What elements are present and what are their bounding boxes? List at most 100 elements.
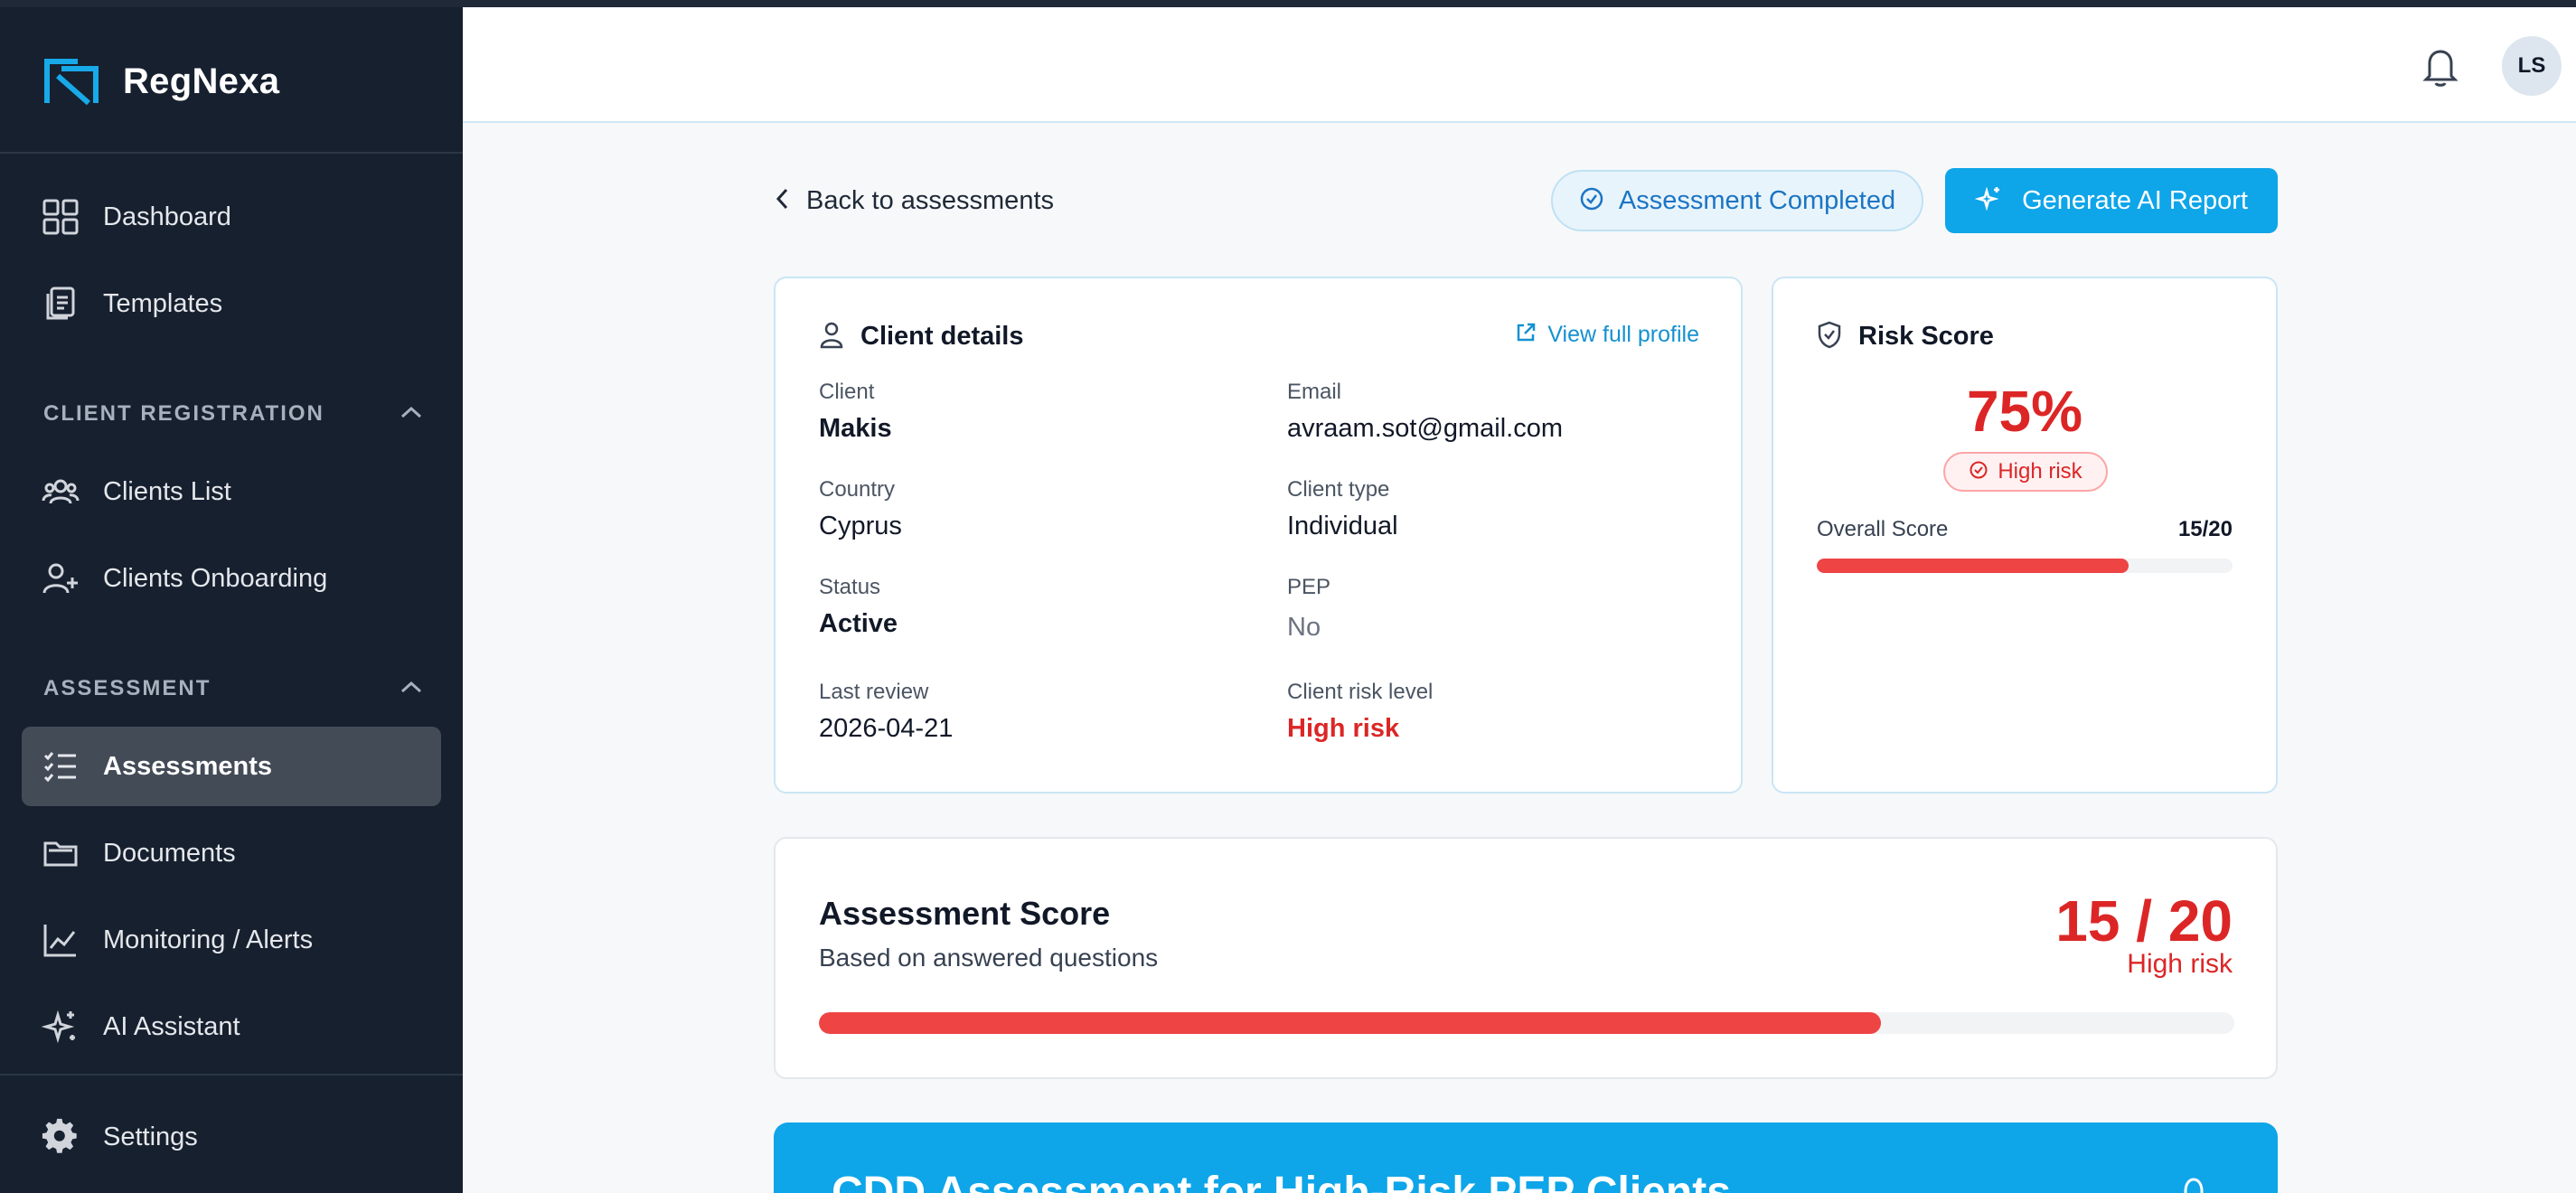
field-value: Cyprus [819,512,902,540]
checklist-icon [42,747,80,785]
alert-circle-icon [1969,460,1988,484]
sidebar-divider [0,152,463,154]
back-to-assessments-link[interactable]: Back to assessments [774,179,1054,222]
sidebar-item-clients-onboarding[interactable]: Clients Onboarding [22,539,441,618]
chart-line-icon [42,921,80,959]
section-toggle-client-registration[interactable]: CLIENT REGISTRATION [43,396,423,432]
regnexa-logo-icon [42,56,103,107]
ai-button-label: Generate AI Report [2022,185,2248,215]
user-avatar[interactable]: LS [2502,36,2562,96]
sidebar-item-documents[interactable]: Documents [22,813,441,893]
user-icon [819,320,844,353]
overall-score-label: Overall Score [1817,517,1949,541]
risk-level-label: High risk [1998,459,2082,484]
section-toggle-assessment[interactable]: ASSESSMENT [43,671,423,707]
generate-ai-report-button[interactable]: Generate AI Report [1945,168,2278,233]
sidebar-item-label: Clients List [103,476,231,506]
chevron-up-icon [400,680,423,699]
sidebar-item-label: Assessments [103,751,272,781]
field-label: Country [819,477,896,502]
assessment-score-value: 15 / 20 [2055,888,2233,953]
gear-icon [42,1118,80,1156]
assessment-template-banner: CDD Assessment for High-Risk PEP Clients [774,1123,2278,1193]
sidebar-item-ai-assistant[interactable]: AI Assistant [22,987,441,1066]
chevron-left-icon [774,186,790,216]
sidebar-item-templates[interactable]: Templates [22,264,441,343]
documents-icon [42,285,80,323]
brand-name: RegNexa [123,61,280,101]
field-client-risk-level: Client risk level High risk [1287,680,1721,744]
sidebar-item-label: AI Assistant [103,1011,240,1041]
field-pep: PEP No [1287,575,1721,643]
field-country: Country Cyprus [819,477,1253,541]
sidebar-item-dashboard[interactable]: Dashboard [22,177,441,257]
field-value: 2026-04-21 [819,714,954,743]
field-value: High risk [1287,714,1400,743]
user-plus-icon [42,559,80,597]
sidebar-item-monitoring-alerts[interactable]: Monitoring / Alerts [22,900,441,980]
overall-score-bar-fill [1817,559,2129,573]
status-label: Assessment Completed [1618,185,1896,215]
section-title: CLIENT REGISTRATION [43,401,324,426]
top-header [463,7,2576,123]
sparkles-icon [42,1008,80,1046]
sparkles-icon [1974,184,2004,218]
risk-score-card: Risk Score 75% High risk Overall Score 1… [1772,277,2278,794]
field-client-type: Client type Individual [1287,477,1721,541]
card-header: Risk Score [1817,320,1994,353]
grid-icon [42,198,80,236]
sidebar: RegNexa Dashboard Templates CLIENT REGIS… [0,7,463,1193]
brand[interactable]: RegNexa [42,54,279,108]
overall-score-bar [1817,559,2233,573]
overall-score-row: Overall Score 15/20 [1817,517,2233,542]
check-circle-icon [1579,186,1604,216]
external-link-icon [1515,322,1537,348]
overall-score-value: 15/20 [2177,517,2233,541]
field-label: Client risk level [1287,680,1434,704]
chevron-up-icon [400,405,423,424]
field-label: Client [819,380,875,404]
sidebar-item-label: Documents [103,838,236,868]
field-label: PEP [1287,575,1331,599]
field-label: Email [1287,380,1342,404]
assessment-score-bar-fill [819,1012,1881,1034]
assessment-score-title: Assessment Score [819,895,1111,932]
assessment-score-subtitle: Based on answered questions [819,944,1159,972]
field-label: Last review [819,680,929,704]
risk-level-badge: High risk [1943,452,2108,492]
field-status: Status Active [819,575,1253,639]
field-value: Makis [819,414,892,443]
assessment-status-badge: Assessment Completed [1551,170,1923,231]
card-header: Client details [819,320,1024,353]
sidebar-item-assessments[interactable]: Assessments [22,727,441,806]
sidebar-item-label: Clients Onboarding [103,563,328,593]
banner-icon [2180,1175,2207,1193]
card-title: Client details [860,322,1024,351]
card-title: Risk Score [1858,322,1994,351]
users-icon [42,473,80,511]
field-value: avraam.sot@gmail.com [1287,414,1564,443]
client-details-card: Client details View full profile Client … [774,277,1743,794]
assessment-risk-level: High risk [2127,949,2233,979]
folder-icon [42,834,80,872]
field-label: Status [819,575,881,599]
sidebar-item-label: Monitoring / Alerts [103,925,314,954]
window-top-strip [0,0,2576,7]
field-value: Individual [1287,512,1398,540]
risk-percent: 75% [1966,379,2083,444]
sidebar-divider [0,1074,463,1076]
sidebar-item-settings[interactable]: Settings [22,1097,441,1177]
back-label: Back to assessments [806,185,1054,215]
sidebar-item-label: Dashboard [103,202,231,231]
banner-title: CDD Assessment for High-Risk PEP Clients [832,1169,1731,1193]
notifications-bell-icon[interactable] [2421,45,2460,89]
view-full-profile-link[interactable]: View full profile [1515,322,1699,348]
assessment-score-bar [819,1012,2234,1034]
view-profile-label: View full profile [1547,322,1699,347]
field-client: Client Makis [819,380,1253,444]
section-title: ASSESSMENT [43,676,212,700]
sidebar-item-clients-list[interactable]: Clients List [22,452,441,531]
field-last-review: Last review 2026-04-21 [819,680,1253,744]
field-label: Client type [1287,477,1390,502]
shield-check-icon [1817,320,1842,353]
